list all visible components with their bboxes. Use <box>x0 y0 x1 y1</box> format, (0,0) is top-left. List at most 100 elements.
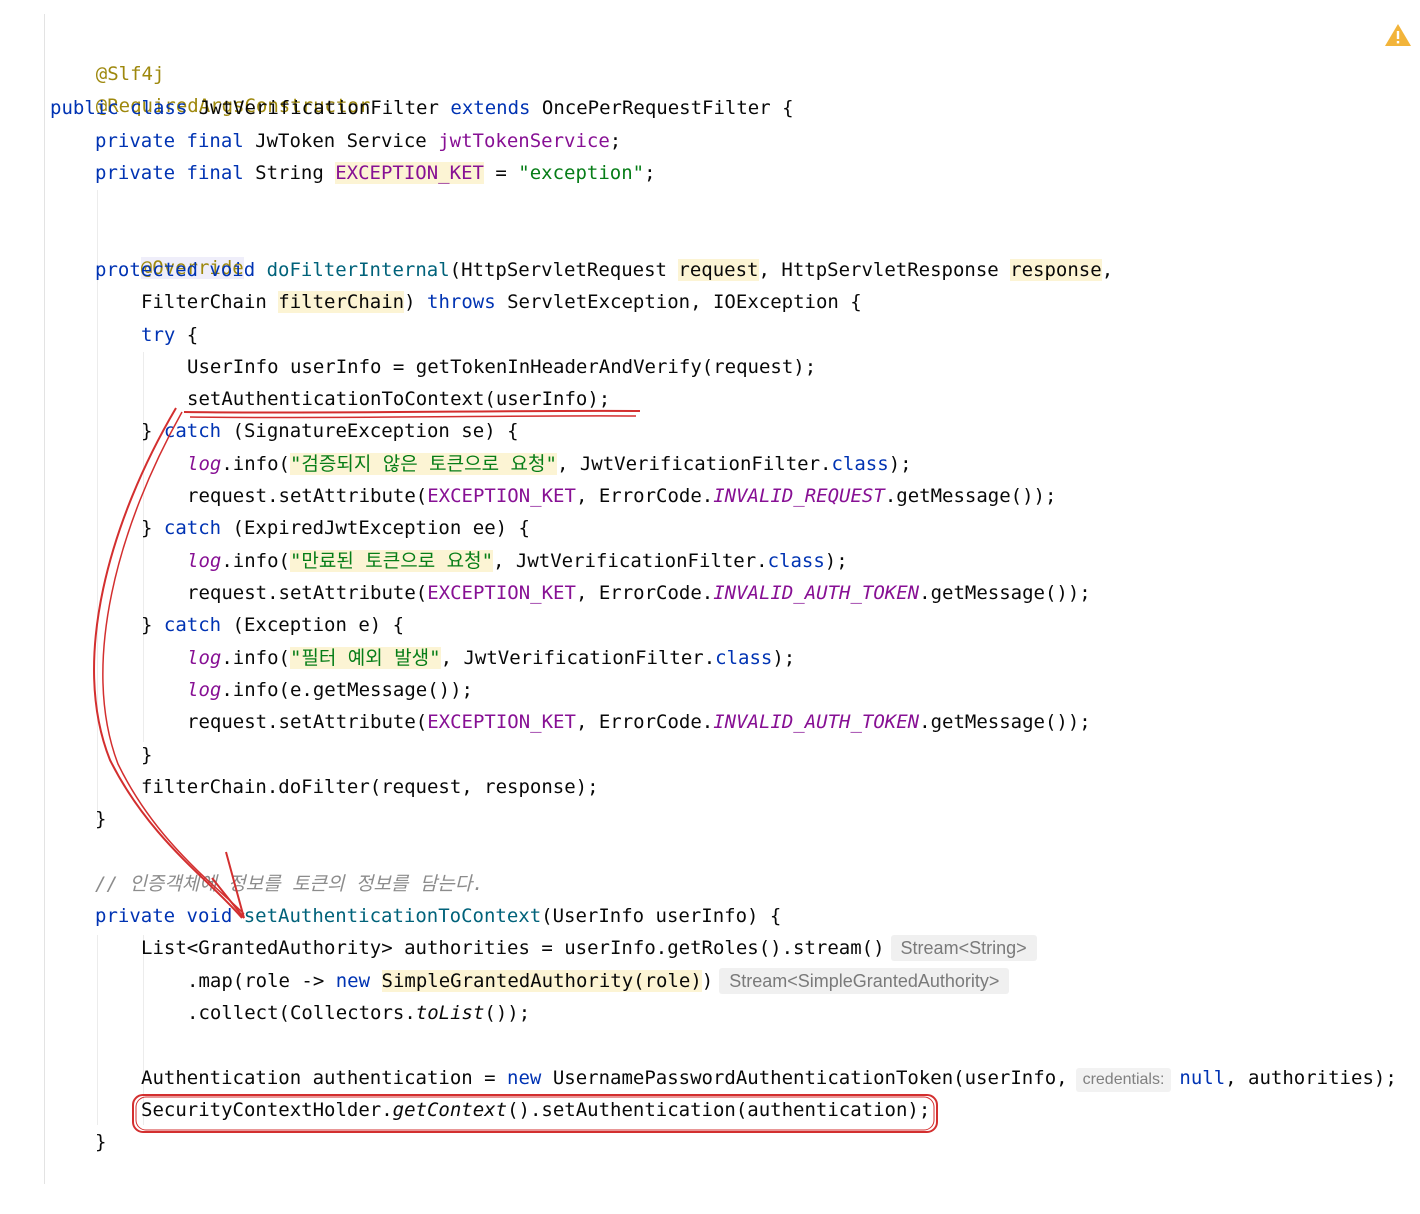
code-line: try { <box>141 320 198 350</box>
code-text: request.setAttribute( <box>187 485 428 507</box>
code-text: ; <box>644 162 656 184</box>
code-text: = <box>483 162 519 184</box>
keyword: private final <box>95 130 244 152</box>
code-text: FilterChain <box>141 291 279 313</box>
code-line: @Slf4j <box>50 29 165 85</box>
keyword: protected void <box>95 259 256 281</box>
code-text: , <box>1101 259 1114 281</box>
code-text: } <box>95 808 107 830</box>
keyword: catch <box>163 614 222 636</box>
code-line-field: private final String EXCEPTION_KET = "ex… <box>95 158 656 188</box>
field-name: EXCEPTION_KET <box>427 582 576 604</box>
code-text: ServletException, IOException { <box>495 291 862 313</box>
code-text: } <box>141 517 164 539</box>
code-text: ) <box>701 970 714 992</box>
code-line: FilterChain filterChain) throws ServletE… <box>141 287 862 317</box>
code-text: } <box>141 420 164 442</box>
code-text: (SignatureException se) { <box>221 420 519 442</box>
code-text: , ErrorCode. <box>575 711 714 733</box>
code-line: } catch (ExpiredJwtException ee) { <box>141 513 530 543</box>
code-text: .getMessage()); <box>919 711 1091 733</box>
indent-guide <box>97 935 98 1125</box>
code-text: , ErrorCode. <box>575 582 714 604</box>
warning-triangle-icon[interactable] <box>1384 22 1412 48</box>
code-text: ; <box>609 130 622 152</box>
code-line: } catch (Exception e) { <box>141 610 404 640</box>
code-line: Authentication authentication = new User… <box>141 1063 1397 1093</box>
code-text: .map(role -> <box>187 970 336 992</box>
field-name: EXCEPTION_KET <box>427 711 576 733</box>
code-text: (ExpiredJwtException ee) { <box>221 517 530 539</box>
code-text: .info(e.getMessage()); <box>221 679 473 701</box>
code-text: ); <box>772 647 796 669</box>
code-line: } <box>141 740 152 770</box>
code-text: } <box>95 1131 107 1153</box>
code-line: } catch (SignatureException se) { <box>141 416 519 446</box>
field-name: jwtTokenService <box>438 130 610 152</box>
comment-text: // 인증객체에 정보를 토큰의 정보를 담는다. <box>95 873 484 895</box>
code-comment: // 인증객체에 정보를 토큰의 정보를 담는다. <box>95 869 484 899</box>
code-text: (UserInfo userInfo) { <box>541 905 782 927</box>
code-text: ) <box>404 291 428 313</box>
code-line: @Override <box>95 223 244 279</box>
static-field: log <box>187 679 222 701</box>
static-method: toList <box>415 1002 485 1024</box>
code-line: log.info(e.getMessage()); <box>187 675 473 705</box>
code-text: .info( <box>221 550 290 572</box>
code-line: log.info("검증되지 않은 토큰으로 요청", JwtVerificat… <box>187 449 912 479</box>
code-text: JwToken Service <box>243 130 439 152</box>
parameter-hint: credentials: <box>1075 1068 1172 1092</box>
code-line: } <box>95 804 106 834</box>
code-line: @RequiredArgsConstructor <box>50 61 371 117</box>
code-text: , JwtVerificationFilter. <box>493 550 768 572</box>
code-text: , JwtVerificationFilter. <box>556 453 832 475</box>
code-line-set-auth-call: setAuthenticationToContext(userInfo); <box>187 384 610 414</box>
code-text: UserInfo userInfo = getTokenInHeaderAndV… <box>187 356 817 378</box>
param-filter-chain: filterChain <box>278 291 405 313</box>
code-text-highlighted: SimpleGrantedAuthority(role) <box>381 970 702 992</box>
code-text: Authentication authentication = <box>141 1067 508 1089</box>
code-text: } <box>141 744 153 766</box>
code-text: (Exception e) { <box>221 614 405 636</box>
code-text: , HttpServletResponse <box>758 259 1011 281</box>
code-line-set-context: SecurityContextHolder.getContext().setAu… <box>141 1095 930 1125</box>
code-line: log.info("만료된 토큰으로 요청", JwtVerificationF… <box>187 546 848 576</box>
keyword: new <box>335 970 371 992</box>
type-hint: Stream<SimpleGrantedAuthority> <box>719 968 1010 994</box>
indent-guide <box>143 352 144 742</box>
code-text: ().setAuthentication(authentication); <box>507 1099 931 1121</box>
keyword: null <box>1179 1067 1226 1089</box>
code-text: setAuthenticationToContext(userInfo); <box>187 388 611 410</box>
code-text: ); <box>888 453 912 475</box>
static-field: log <box>187 453 222 475</box>
code-line: log.info("필터 예외 발생", JwtVerificationFilt… <box>187 643 795 673</box>
code-line: .collect(Collectors.toList()); <box>187 998 530 1028</box>
enum-constant: INVALID_AUTH_TOKEN <box>713 711 920 733</box>
code-line: } <box>95 1127 106 1157</box>
code-line-field: private final JwToken Service jwtTokenSe… <box>95 126 621 156</box>
code-text: .info( <box>221 453 290 475</box>
code-editor[interactable]: @Slf4j @RequiredArgsConstructor public c… <box>0 0 1420 1214</box>
code-text: .getMessage()); <box>884 485 1057 507</box>
type-hint: Stream<String> <box>890 935 1037 961</box>
code-text: String <box>243 162 336 184</box>
param-response: response <box>1010 259 1102 281</box>
code-text: { <box>175 324 199 346</box>
keyword: new <box>507 1067 542 1089</box>
code-line: request.setAttribute(EXCEPTION_KET, Erro… <box>187 481 1056 511</box>
field-name: EXCEPTION_KET <box>427 485 576 507</box>
keyword: catch <box>163 517 222 539</box>
gutter-divider <box>44 14 45 1184</box>
string-literal: "exception" <box>518 162 645 184</box>
keyword: throws <box>427 291 496 313</box>
code-line-method-decl: protected void doFilterInternal(HttpServ… <box>95 255 1113 285</box>
code-line: request.setAttribute(EXCEPTION_KET, Erro… <box>187 707 1091 737</box>
code-text: ); <box>824 550 848 572</box>
string-literal: "만료된 토큰으로 요청" <box>289 550 494 572</box>
code-text: OncePerRequestFilter { <box>530 97 794 119</box>
code-text: .getMessage()); <box>919 582 1091 604</box>
code-text: , JwtVerificationFilter. <box>440 647 716 669</box>
keyword: class <box>767 550 825 572</box>
